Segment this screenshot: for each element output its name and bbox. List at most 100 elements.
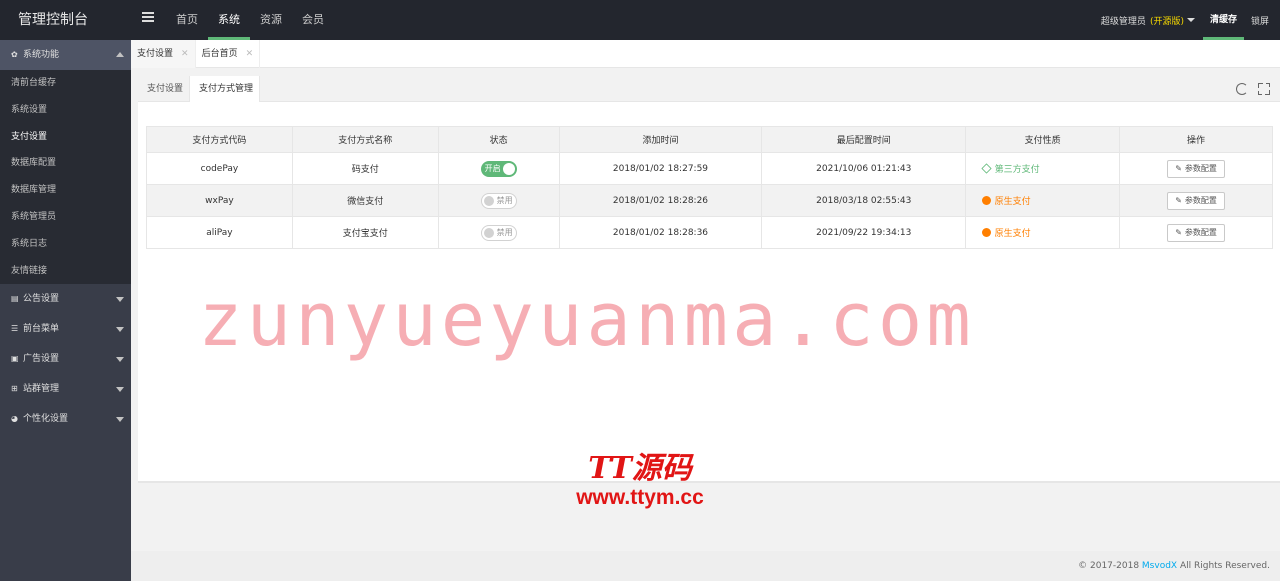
- cell-code: wxPay: [146, 184, 293, 217]
- chevron-down-icon: [116, 327, 124, 333]
- sidebar-group-notice[interactable]: ▤ 公告设置: [0, 284, 131, 314]
- admin-name[interactable]: 超级管理员: [1101, 14, 1146, 27]
- sidebar-group-sites[interactable]: ⊞ 站群管理: [0, 374, 131, 404]
- cell-configured: 2021/10/06 01:21:43: [761, 152, 967, 185]
- status-toggle[interactable]: 禁用: [480, 192, 517, 209]
- tab-payment-settings[interactable]: 支付设置: [138, 76, 189, 102]
- nature-badge: 原生支付: [978, 226, 1108, 239]
- nature-label: 原生支付: [994, 196, 1031, 207]
- pencil-icon: ✎: [1175, 196, 1182, 205]
- col-status: 状态: [437, 126, 560, 153]
- sidebar-group-label: 系统功能: [23, 50, 60, 60]
- page-tab-label: 支付设置: [137, 49, 174, 59]
- nav-resources[interactable]: 资源: [250, 0, 292, 40]
- col-nature: 支付性质: [965, 126, 1121, 153]
- config-button[interactable]: ✎ 参数配置: [1167, 223, 1225, 242]
- sidebar-group-label: 公告设置: [23, 294, 60, 305]
- sidebar-group-ads[interactable]: ▣ 广告设置: [0, 344, 131, 374]
- cell-code: aliPay: [146, 216, 293, 249]
- col-added: 添加时间: [558, 126, 763, 153]
- page-tab-home[interactable]: 后台首页 ✕: [196, 40, 261, 68]
- chevron-down-icon: [116, 417, 124, 423]
- top-nav: 首页 系统 资源 会员: [166, 0, 334, 40]
- cell-added: 2018/01/02 18:28:26: [558, 184, 763, 217]
- cell-name: 微信支付: [291, 184, 439, 217]
- sidebar-item-db-manage[interactable]: 数据库管理: [0, 177, 131, 204]
- sidebar-group-personalize[interactable]: ◕ 个性化设置: [0, 404, 131, 434]
- list-icon: ☰: [11, 324, 19, 334]
- page-tab-strip: 支付设置 ✕ 后台首页 ✕: [131, 40, 1280, 68]
- edition-label[interactable]: (开源版): [1150, 14, 1184, 27]
- close-icon[interactable]: ✕: [246, 40, 254, 68]
- table-header-row: 支付方式代码 支付方式名称 状态 添加时间 最后配置时间 支付性质 操作: [146, 126, 1273, 153]
- chevron-down-icon: [116, 357, 124, 363]
- menu-toggle-icon[interactable]: [142, 12, 154, 24]
- sidebar-item-clear-cache[interactable]: 清前台缓存: [0, 70, 131, 97]
- sidebar-item-admins[interactable]: 系统管理员: [0, 204, 131, 231]
- tab-payment-methods[interactable]: 支付方式管理: [189, 76, 261, 102]
- dot-icon: [981, 227, 991, 237]
- chevron-down-icon: [116, 387, 124, 393]
- logo-name: TT源码: [588, 451, 692, 486]
- cell-nature: 原生支付: [965, 184, 1121, 217]
- sidebar-item-db-config[interactable]: 数据库配置: [0, 150, 131, 177]
- config-button[interactable]: ✎ 参数配置: [1167, 191, 1225, 210]
- chevron-down-icon[interactable]: [1186, 18, 1195, 22]
- page-tab-payment[interactable]: 支付设置 ✕: [131, 40, 196, 68]
- cube-icon: [981, 162, 992, 174]
- cell-actions: ✎ 参数配置: [1119, 184, 1273, 217]
- footer-rights: All Rights Reserved.: [1179, 561, 1270, 571]
- cell-nature: 第三方支付: [965, 152, 1121, 185]
- sidebar-item-logs[interactable]: 系统日志: [0, 231, 131, 258]
- table-row: wxPay 微信支付 禁用 2018/01/02 18:28:26 2018/0…: [146, 184, 1273, 217]
- cell-code: codePay: [146, 152, 293, 185]
- config-button-label: 参数配置: [1184, 164, 1217, 173]
- footer: © 2017-2018 MsvodX All Rights Reserved.: [131, 551, 1280, 581]
- nature-label: 原生支付: [994, 228, 1031, 239]
- app-title: 管理控制台: [18, 12, 88, 28]
- refresh-icon[interactable]: [1236, 83, 1248, 95]
- cell-name: 支付宝支付: [291, 216, 439, 249]
- cell-configured: 2021/09/22 19:34:13: [761, 216, 967, 249]
- sidebar-group-front-menu[interactable]: ☰ 前台菜单: [0, 314, 131, 344]
- panel-tabs: 支付设置 支付方式管理: [138, 76, 1280, 102]
- dot-icon: [981, 195, 991, 205]
- footer-brand-link[interactable]: MsvodX: [1142, 561, 1177, 571]
- sidebar-item-system-settings[interactable]: 系统设置: [0, 97, 131, 124]
- fullscreen-icon[interactable]: [1258, 83, 1270, 95]
- sidebar: ✿ 系统功能 清前台缓存 系统设置 支付设置 数据库配置 数据库管理 系统管理员 …: [0, 40, 131, 581]
- lock-screen-button[interactable]: 锁屏: [1244, 14, 1280, 27]
- config-button[interactable]: ✎ 参数配置: [1167, 159, 1225, 178]
- status-toggle[interactable]: 禁用: [480, 224, 517, 241]
- status-toggle[interactable]: 开启: [480, 160, 517, 177]
- payment-methods-table: 支付方式代码 支付方式名称 状态 添加时间 最后配置时间 支付性质 操作 cod…: [146, 126, 1273, 249]
- sidebar-item-links[interactable]: 友情链接: [0, 258, 131, 285]
- chevron-down-icon: [116, 297, 124, 303]
- panel-tools: [1236, 83, 1270, 95]
- close-icon[interactable]: ✕: [181, 40, 189, 68]
- sidebar-group-system[interactable]: ✿ 系统功能: [0, 40, 131, 70]
- footer-copyright: © 2017-2018: [1078, 561, 1140, 571]
- cell-added: 2018/01/02 18:28:36: [558, 216, 763, 249]
- cell-actions: ✎ 参数配置: [1119, 216, 1273, 249]
- cell-name: 码支付: [291, 152, 439, 185]
- pencil-icon: ✎: [1175, 164, 1182, 173]
- table-row: codePay 码支付 开启 2018/01/02 18:27:59 2021/…: [146, 152, 1273, 185]
- sidebar-group-label: 前台菜单: [23, 324, 60, 335]
- sidebar-item-payment-settings[interactable]: 支付设置: [0, 124, 131, 151]
- watermark-text: zunyueyuanma.com: [198, 277, 975, 363]
- cell-status: 禁用: [437, 184, 560, 217]
- toggle-label: 禁用: [496, 227, 513, 237]
- col-configured: 最后配置时间: [761, 126, 967, 153]
- nav-home[interactable]: 首页: [166, 0, 208, 40]
- dashboard-icon: ◕: [11, 414, 18, 424]
- clear-cache-button[interactable]: 清缓存: [1202, 0, 1244, 40]
- col-code: 支付方式代码: [146, 126, 293, 153]
- nav-system[interactable]: 系统: [208, 0, 250, 40]
- config-button-label: 参数配置: [1184, 196, 1217, 205]
- nature-label: 第三方支付: [994, 164, 1040, 175]
- cell-nature: 原生支付: [965, 216, 1121, 249]
- nav-members[interactable]: 会员: [292, 0, 334, 40]
- toggle-label: 禁用: [496, 195, 513, 205]
- logo-url: www.ttym.cc: [576, 486, 704, 509]
